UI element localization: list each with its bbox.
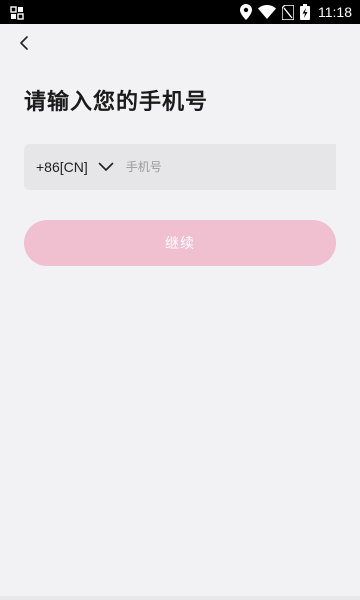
phone-number-input[interactable] xyxy=(121,143,336,191)
bottom-edge xyxy=(0,596,360,600)
page-title: 请输入您的手机号 xyxy=(24,90,209,115)
no-sim-icon xyxy=(282,4,294,20)
status-bar: 11:18 xyxy=(0,0,360,24)
country-code-selector[interactable]: +86[CN] xyxy=(24,144,122,190)
notification-icon xyxy=(10,5,24,20)
battery-charging-icon xyxy=(300,4,310,20)
status-time: 11:18 xyxy=(318,4,352,20)
chevron-down-icon xyxy=(98,162,114,172)
wifi-icon xyxy=(258,5,276,19)
login-phone-screen: 11:18 请输入您的手机号 +86[CN] 继续 xyxy=(0,0,360,600)
phone-input-row: +86[CN] xyxy=(24,143,336,191)
status-icons: 11:18 xyxy=(240,0,352,24)
continue-button[interactable]: 继续 xyxy=(24,220,336,266)
back-button[interactable] xyxy=(14,34,34,56)
chevron-left-icon xyxy=(19,35,29,55)
country-code-label: +86[CN] xyxy=(36,159,88,175)
location-icon xyxy=(240,4,252,20)
